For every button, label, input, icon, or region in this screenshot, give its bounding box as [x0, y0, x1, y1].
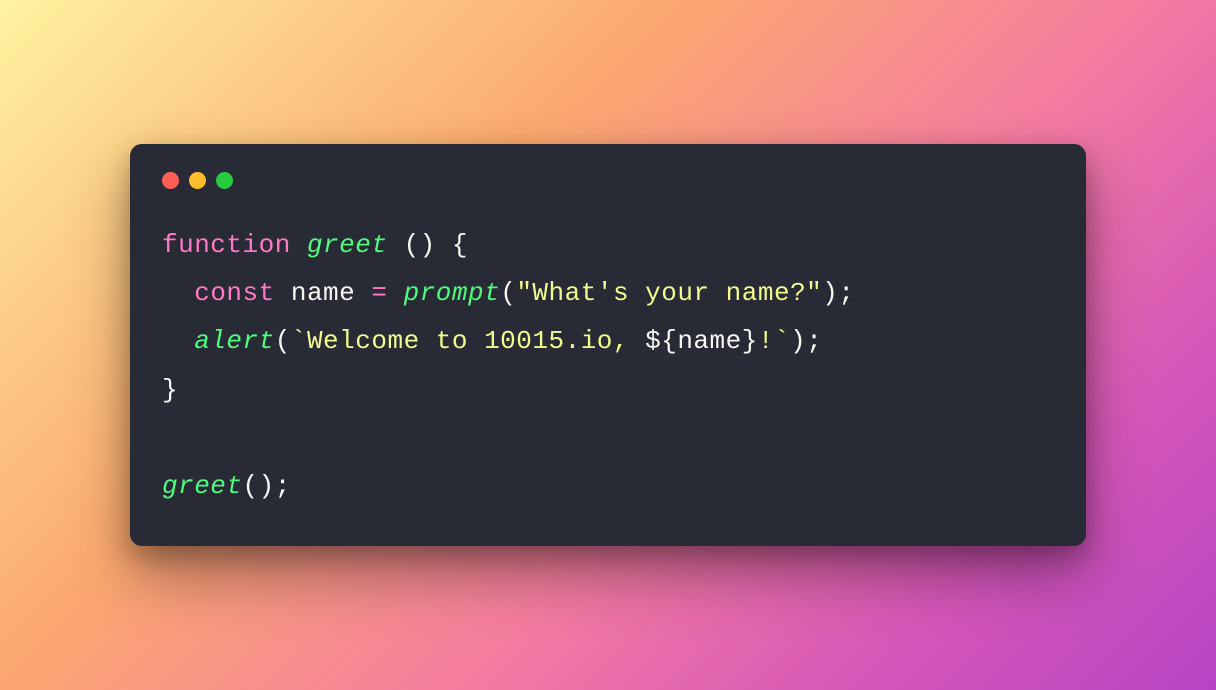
function-name: greet — [307, 230, 388, 260]
indent — [162, 326, 194, 356]
window-minimize-icon[interactable] — [189, 172, 206, 189]
call-alert: alert — [194, 326, 275, 356]
backtick-close: ` — [774, 326, 790, 356]
line-4: } — [162, 375, 178, 405]
interp-open: ${ — [645, 326, 677, 356]
interp-close: } — [742, 326, 758, 356]
line-2: const name = prompt("What's your name?")… — [162, 278, 855, 308]
line-1: function greet () { — [162, 230, 468, 260]
backtick-open: ` — [291, 326, 307, 356]
open-paren: ( — [500, 278, 516, 308]
code-block: function greet () { const name = prompt(… — [162, 221, 1054, 510]
open-brace: { — [452, 230, 468, 260]
template-text: ! — [758, 326, 774, 356]
template-text: Welcome to 10015.io, — [307, 326, 645, 356]
open-paren: ( — [275, 326, 291, 356]
close-paren: ) — [822, 278, 838, 308]
operator-equals: = — [371, 278, 387, 308]
paren-group: () — [243, 471, 275, 501]
line-6: greet(); — [162, 471, 291, 501]
close-paren: ) — [790, 326, 806, 356]
semicolon: ; — [275, 471, 291, 501]
semicolon: ; — [838, 278, 854, 308]
keyword-const: const — [194, 278, 275, 308]
line-3: alert(`Welcome to 10015.io, ${name}!`); — [162, 326, 822, 356]
window-close-icon[interactable] — [162, 172, 179, 189]
template-literal: `Welcome to 10015.io, ${name}!` — [291, 326, 790, 356]
string-literal: "What's your name?" — [516, 278, 822, 308]
traffic-lights — [162, 172, 1054, 189]
window-maximize-icon[interactable] — [216, 172, 233, 189]
code-window: function greet () { const name = prompt(… — [130, 144, 1086, 546]
line-5 — [162, 423, 178, 453]
call-greet: greet — [162, 471, 243, 501]
paren-group: () — [404, 230, 436, 260]
interp-variable: name — [677, 326, 741, 356]
call-prompt: prompt — [404, 278, 501, 308]
identifier-name: name — [291, 278, 355, 308]
keyword-function: function — [162, 230, 291, 260]
close-brace: } — [162, 375, 178, 405]
semicolon: ; — [806, 326, 822, 356]
indent — [162, 278, 194, 308]
